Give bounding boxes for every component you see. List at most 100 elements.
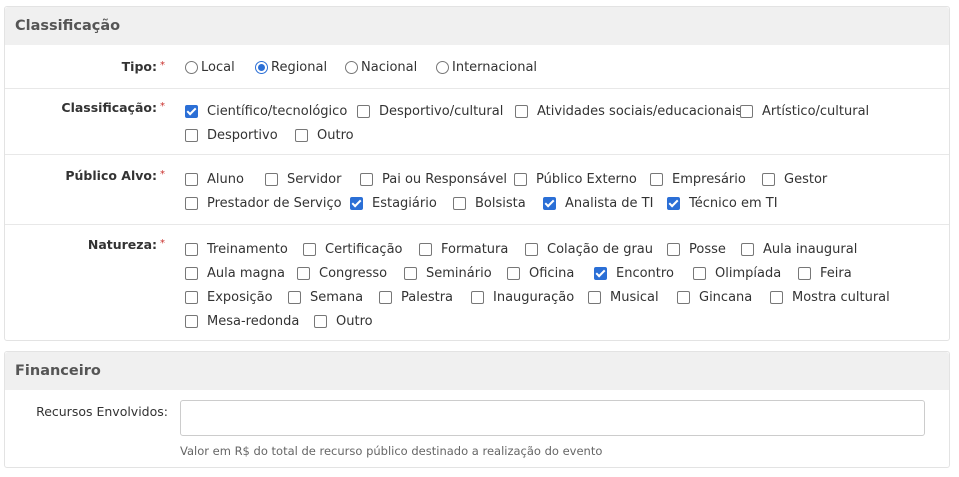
natureza-option-mostra-cultural[interactable]: Mostra cultural (770, 290, 890, 305)
tipo-option-regional[interactable]: Regional (255, 60, 327, 75)
checkbox[interactable] (303, 243, 316, 256)
publico-option-servidor[interactable]: Servidor (265, 172, 341, 187)
natureza-option-musical[interactable]: Musical (588, 290, 659, 305)
checkbox[interactable] (357, 105, 370, 118)
publico-option-pai[interactable]: Pai ou Responsável (360, 172, 507, 187)
natureza-option-aula-magna[interactable]: Aula magna (185, 266, 285, 281)
natureza-option-outro[interactable]: Outro (314, 314, 373, 329)
checkbox[interactable] (677, 291, 690, 304)
checkbox[interactable] (419, 243, 432, 256)
option-label: Encontro (616, 266, 674, 281)
required-marker: * (160, 60, 165, 71)
natureza-option-gincana[interactable]: Gincana (677, 290, 752, 305)
natureza-option-olimpiada[interactable]: Olimpíada (693, 266, 781, 281)
tipo-label: Tipo: * (122, 59, 165, 74)
checkbox[interactable] (543, 197, 556, 210)
natureza-option-encontro[interactable]: Encontro (594, 266, 674, 281)
checkbox[interactable] (514, 173, 527, 186)
checkbox[interactable] (667, 243, 680, 256)
checkbox[interactable] (770, 291, 783, 304)
publico-option-externo[interactable]: Público Externo (514, 172, 637, 187)
checkbox[interactable] (741, 243, 754, 256)
checkbox[interactable] (594, 267, 607, 280)
checkbox[interactable] (185, 315, 198, 328)
checkbox[interactable] (798, 267, 811, 280)
publico-option-estagiario[interactable]: Estagiário (350, 196, 437, 211)
option-label: Científico/tecnológico (207, 104, 348, 119)
checkbox[interactable] (453, 197, 466, 210)
publico-option-analista-ti[interactable]: Analista de TI (543, 196, 653, 211)
publico-option-aluno[interactable]: Aluno (185, 172, 244, 187)
natureza-option-inauguracao[interactable]: Inauguração (471, 290, 574, 305)
publico-option-tecnico-ti[interactable]: Técnico em TI (667, 196, 778, 211)
checkbox[interactable] (297, 267, 310, 280)
classificacao-option-outro[interactable]: Outro (295, 128, 354, 143)
classificacao-option-artistico[interactable]: Artístico/cultural (740, 104, 869, 119)
checkbox[interactable] (265, 173, 278, 186)
publico-option-empresario[interactable]: Empresário (650, 172, 746, 187)
checkbox[interactable] (379, 291, 392, 304)
natureza-option-aula-inaugural[interactable]: Aula inaugural (741, 242, 857, 257)
checkbox[interactable] (588, 291, 601, 304)
checkbox[interactable] (762, 173, 775, 186)
checkbox[interactable] (185, 243, 198, 256)
checkbox[interactable] (404, 267, 417, 280)
natureza-option-congresso[interactable]: Congresso (297, 266, 387, 281)
publico-option-gestor[interactable]: Gestor (762, 172, 827, 187)
tipo-option-local[interactable]: Local (185, 60, 235, 75)
natureza-option-posse[interactable]: Posse (667, 242, 726, 257)
natureza-option-certificacao[interactable]: Certificação (303, 242, 403, 257)
checkbox[interactable] (740, 105, 753, 118)
radio[interactable] (185, 61, 198, 74)
classificacao-option-desportivo[interactable]: Desportivo (185, 128, 278, 143)
natureza-option-palestra[interactable]: Palestra (379, 290, 453, 305)
checkbox[interactable] (507, 267, 520, 280)
option-label: Musical (610, 290, 659, 305)
tipo-option-internacional[interactable]: Internacional (436, 60, 537, 75)
natureza-option-formatura[interactable]: Formatura (419, 242, 508, 257)
checkbox[interactable] (295, 129, 308, 142)
checkbox[interactable] (515, 105, 528, 118)
checkbox[interactable] (185, 129, 198, 142)
natureza-option-treinamento[interactable]: Treinamento (185, 242, 288, 257)
publico-option-prestador[interactable]: Prestador de Serviço (185, 196, 342, 211)
natureza-option-feira[interactable]: Feira (798, 266, 852, 281)
option-label: Exposição (207, 290, 273, 305)
checkbox[interactable] (667, 197, 680, 210)
publico-alvo-options-line-2: Prestador de Serviço Estagiário Bolsista… (185, 196, 949, 218)
checkbox[interactable] (185, 267, 198, 280)
natureza-option-exposicao[interactable]: Exposição (185, 290, 273, 305)
checkbox[interactable] (471, 291, 484, 304)
classificacao-option-cientifico[interactable]: Científico/tecnológico (185, 104, 347, 119)
classificacao-option-desportivo-cultural[interactable]: Desportivo/cultural (357, 104, 503, 119)
checkbox[interactable] (360, 173, 373, 186)
checkbox[interactable] (314, 315, 327, 328)
checkbox[interactable] (350, 197, 363, 210)
checkbox[interactable] (525, 243, 538, 256)
checkbox[interactable] (288, 291, 301, 304)
checkbox[interactable] (185, 173, 198, 186)
publico-option-bolsista[interactable]: Bolsista (453, 196, 526, 211)
checkbox[interactable] (650, 173, 663, 186)
classificacao-panel-title: Classificação (5, 7, 949, 45)
radio[interactable] (345, 61, 358, 74)
option-label: Gincana (699, 290, 753, 305)
natureza-option-seminario[interactable]: Seminário (404, 266, 492, 281)
natureza-options-line-3: Exposição Semana Palestra Inauguração Mu… (185, 290, 949, 312)
option-label: Seminário (426, 266, 492, 281)
natureza-option-oficina[interactable]: Oficina (507, 266, 574, 281)
natureza-option-mesa-redonda[interactable]: Mesa-redonda (185, 314, 299, 329)
option-label: Servidor (287, 172, 342, 187)
recursos-envolvidos-input[interactable] (180, 400, 925, 436)
tipo-option-nacional[interactable]: Nacional (345, 60, 417, 75)
checkbox[interactable] (185, 105, 198, 118)
radio[interactable] (255, 61, 268, 74)
radio[interactable] (436, 61, 449, 74)
checkbox[interactable] (693, 267, 706, 280)
classificacao-option-atividades-sociais[interactable]: Atividades sociais/educacionais (515, 104, 742, 119)
tipo-label-text: Tipo: (121, 59, 157, 74)
checkbox[interactable] (185, 291, 198, 304)
natureza-option-colacao[interactable]: Colação de grau (525, 242, 653, 257)
checkbox[interactable] (185, 197, 198, 210)
natureza-option-semana[interactable]: Semana (288, 290, 363, 305)
